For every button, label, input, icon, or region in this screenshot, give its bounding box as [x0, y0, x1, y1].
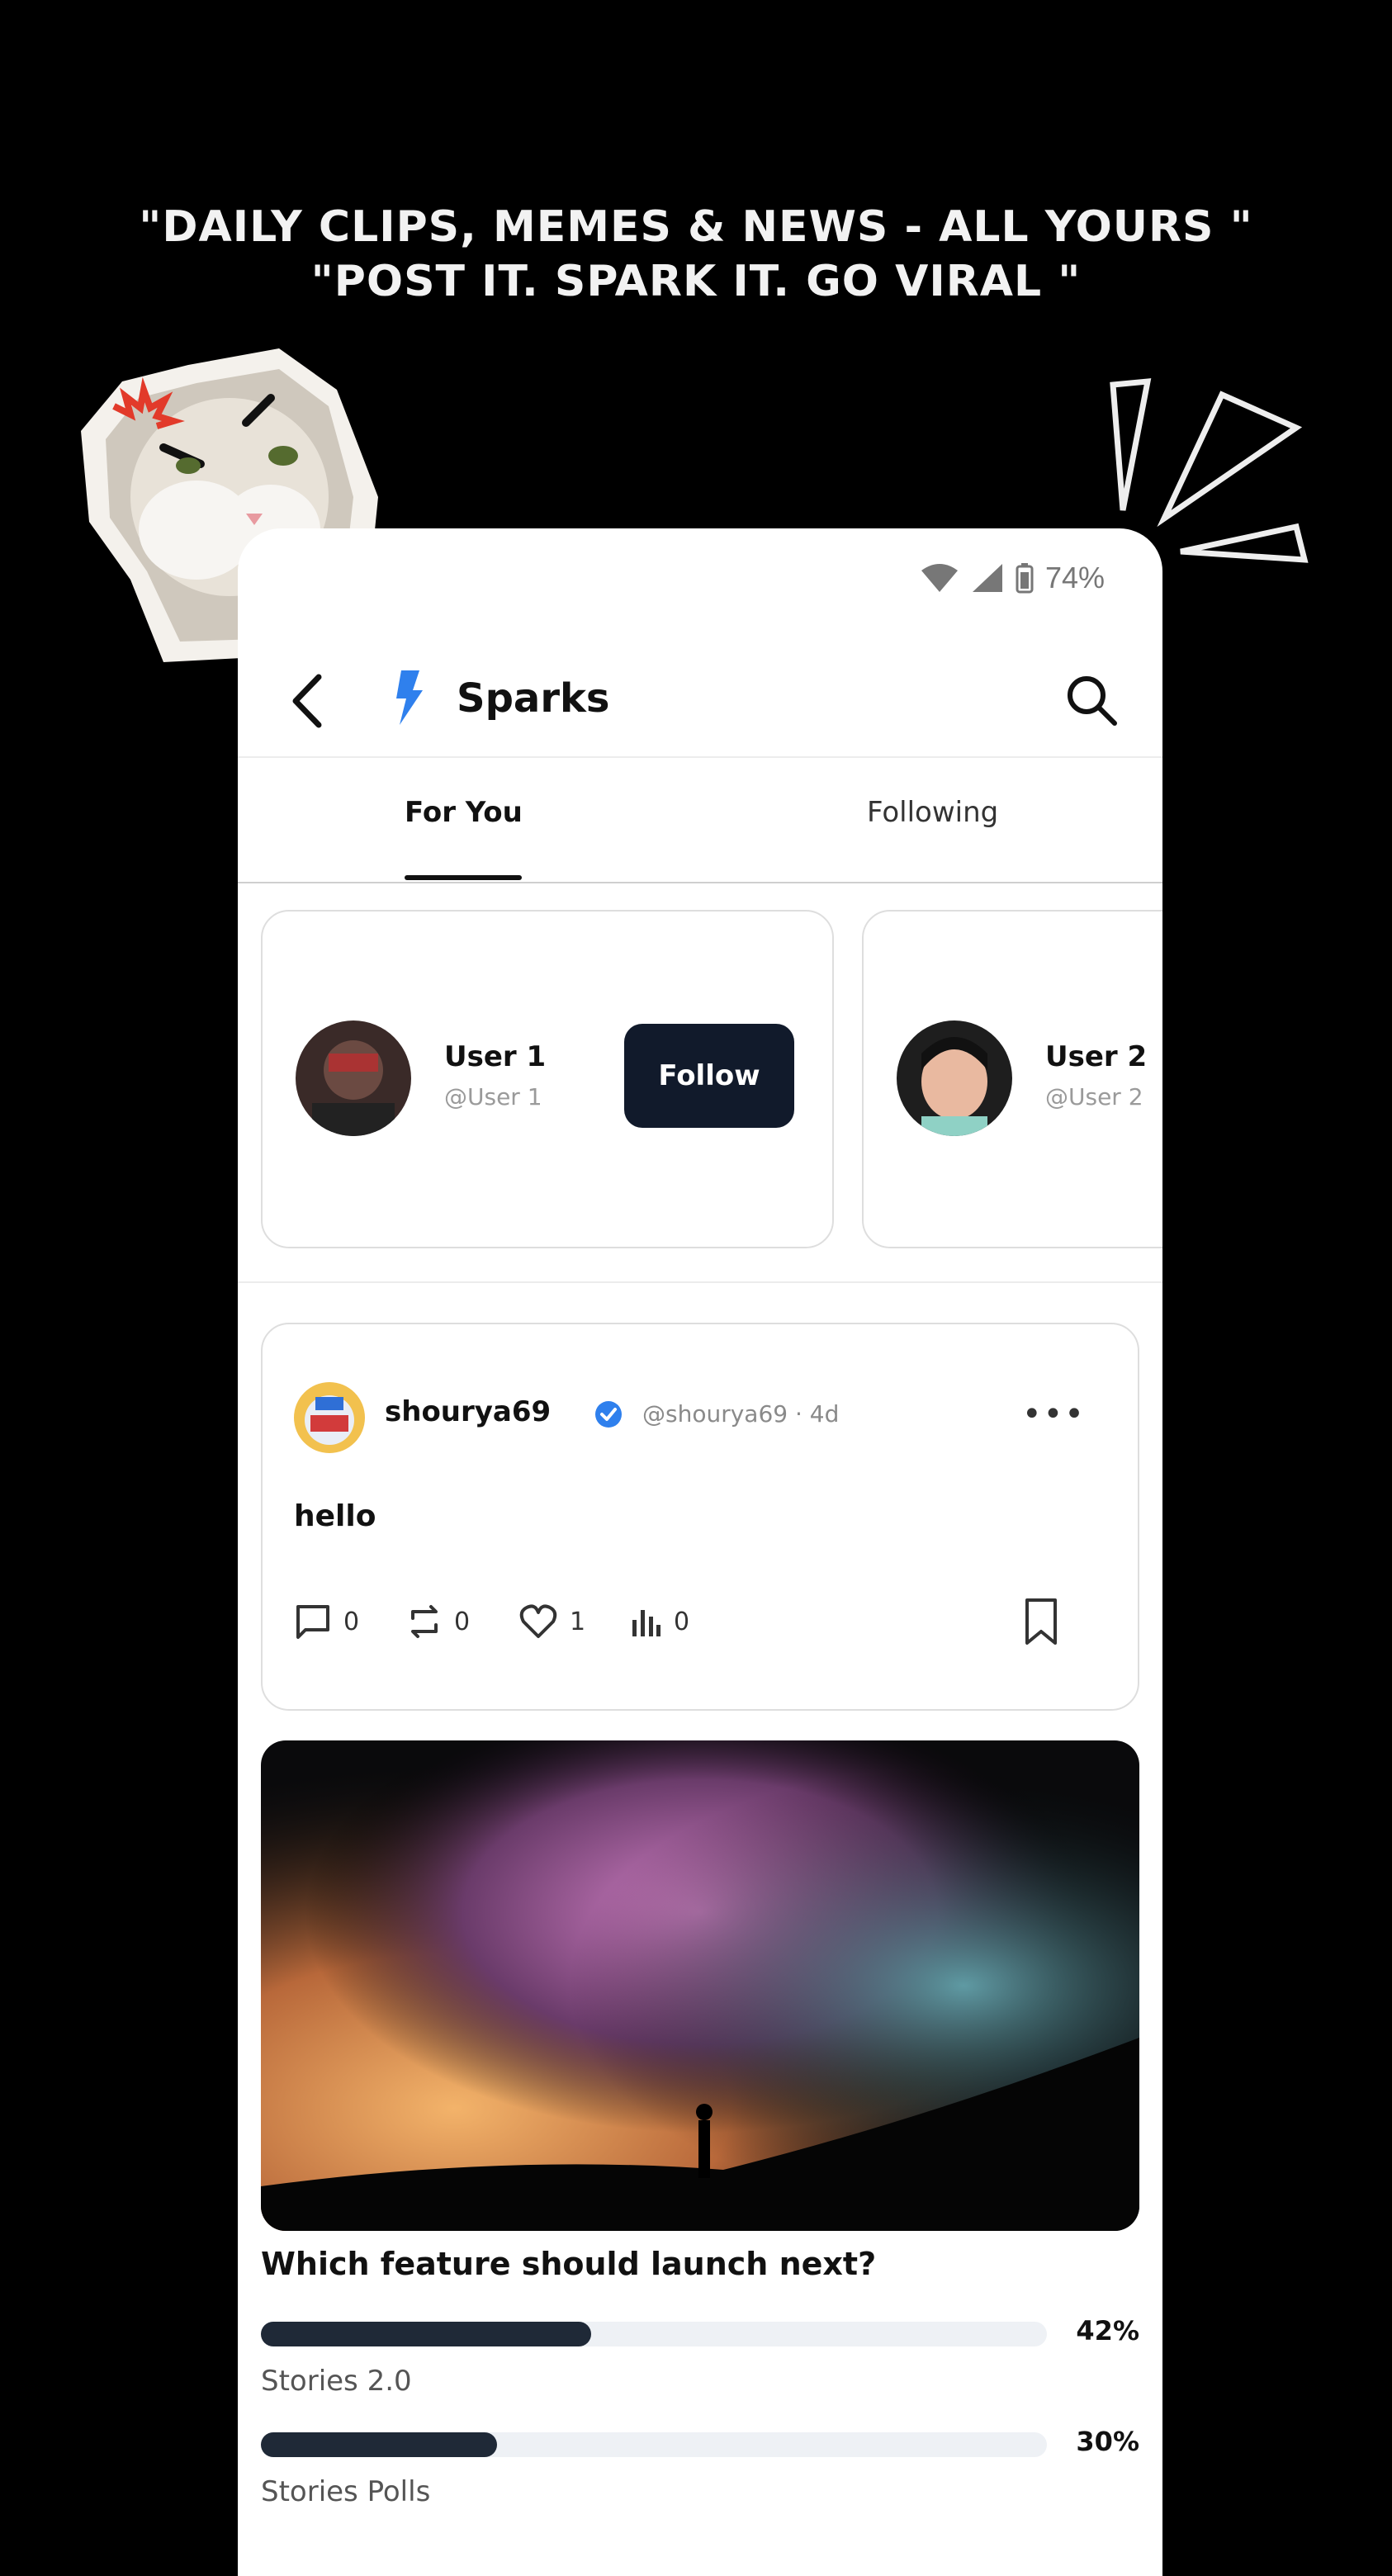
comment-count: 0: [343, 1607, 360, 1636]
post-card[interactable]: shourya69 @shourya69 · 4d ••• hello 0 0 …: [261, 1323, 1139, 1711]
signal-icon: [972, 564, 1002, 592]
post-meta: @shourya69 · 4d: [642, 1400, 840, 1428]
poll-question: Which feature should launch next?: [261, 2246, 877, 2282]
user-name: User 2: [1045, 1040, 1148, 1073]
heart-icon: [519, 1604, 557, 1638]
status-bar: 74%: [920, 561, 1105, 594]
feed-tabs: For You Following: [238, 756, 1162, 883]
avatar[interactable]: [294, 1382, 365, 1453]
back-arrow-icon[interactable]: [284, 672, 334, 730]
poll-percent: 30%: [1076, 2426, 1139, 2457]
avatar[interactable]: [296, 1020, 411, 1136]
promo-line-1: "DAILY CLIPS, MEMES & NEWS - ALL YOURS ": [139, 202, 1253, 252]
bookmark-icon[interactable]: [1019, 1597, 1063, 1646]
poll-bar-track: [261, 2322, 1047, 2346]
suggested-user-card[interactable]: User 2 @User 2: [862, 910, 1162, 1248]
battery-percent: 74%: [1044, 561, 1105, 594]
repost-button[interactable]: 0: [406, 1597, 470, 1646]
user-name: User 1: [444, 1040, 547, 1073]
user-handle: @User 2: [1045, 1083, 1143, 1110]
app-header: Sparks: [238, 652, 1162, 751]
poll-percent: 42%: [1076, 2315, 1139, 2346]
views-count: 0: [674, 1607, 690, 1636]
views-button[interactable]: 0: [629, 1597, 689, 1646]
post-text: hello: [294, 1499, 376, 1533]
comment-icon: [296, 1605, 329, 1639]
tab-for-you[interactable]: For You: [405, 796, 523, 829]
post-media-image[interactable]: [261, 1740, 1139, 2231]
user-handle: @User 1: [444, 1083, 542, 1110]
suggested-user-card[interactable]: User 1 @User 1 Follow: [261, 910, 834, 1248]
verified-badge-icon: [595, 1401, 622, 1428]
phone-screen: 74% Sparks For You Following User 1 @Use…: [238, 528, 1162, 2576]
battery-icon: [1016, 563, 1034, 594]
views-chart-icon: [632, 1610, 660, 1636]
lightning-logo-icon: [396, 670, 423, 725]
poll-bar-track: [261, 2432, 1047, 2457]
search-icon[interactable]: [1063, 672, 1121, 730]
repost-count: 0: [454, 1607, 471, 1636]
tab-following[interactable]: Following: [867, 796, 998, 829]
suggested-users-carousel[interactable]: User 1 @User 1 Follow User 2 @User 2: [238, 910, 1162, 1283]
wifi-icon: [921, 564, 958, 592]
follow-button[interactable]: Follow: [624, 1024, 794, 1128]
like-button[interactable]: 1: [518, 1597, 585, 1646]
more-options-icon[interactable]: •••: [1022, 1395, 1084, 1433]
promo-headline: "DAILY CLIPS, MEMES & NEWS - ALL YOURS "…: [0, 200, 1392, 309]
poll-option-label: Stories Polls: [261, 2475, 431, 2508]
app-title: Sparks: [457, 675, 610, 722]
avatar[interactable]: [897, 1020, 1012, 1136]
active-tab-indicator: [405, 875, 522, 880]
comment-button[interactable]: 0: [294, 1597, 359, 1646]
poll-bar-fill: [261, 2432, 497, 2457]
repost-icon: [411, 1605, 438, 1638]
poll-option-label: Stories 2.0: [261, 2365, 412, 2398]
like-count: 1: [570, 1607, 586, 1636]
post-author[interactable]: shourya69: [385, 1395, 551, 1428]
promo-line-2: "POST IT. SPARK IT. GO VIRAL ": [310, 257, 1082, 306]
post-actions: 0 0 1 0: [294, 1597, 1103, 1646]
poll-bar-fill: [261, 2322, 591, 2346]
